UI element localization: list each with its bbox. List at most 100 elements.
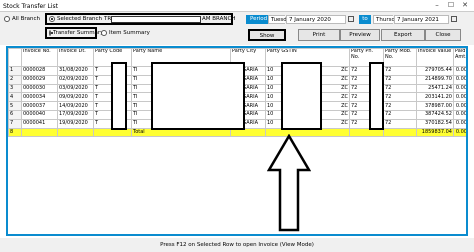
cell-rownum[interactable]: 5 — [8, 101, 22, 111]
from-day[interactable]: Tuesday — [268, 15, 293, 24]
cell-invoice-value[interactable]: 378987.00 — [416, 101, 454, 111]
cell-party-mob[interactable]: 72 — [383, 109, 417, 120]
export-button[interactable]: Export — [381, 29, 425, 41]
cell-paid-amt[interactable]: 0.00 — [453, 74, 466, 85]
empty-cell — [230, 206, 266, 217]
col-header-invoice-no[interactable]: Invoice No. — [21, 48, 58, 67]
cell-invoice-no[interactable]: 0000029 — [21, 74, 58, 85]
cell-invoice-dt[interactable]: 14/09/2020 — [57, 101, 94, 111]
cell-rownum[interactable]: 1 — [8, 66, 22, 76]
cell-invoice-no[interactable]: 0000030 — [21, 83, 58, 94]
transfer-summary-option[interactable]: Transfer Summary — [45, 27, 103, 39]
cell-paid-amt[interactable]: 0.00 — [453, 66, 466, 76]
cell-paid-amt[interactable]: 0.00 — [453, 109, 466, 120]
empty-cell — [57, 197, 94, 208]
cell-invoice-value[interactable]: 279705.44 — [416, 66, 454, 76]
empty-cell — [383, 224, 417, 234]
close-button[interactable]: Close — [425, 29, 461, 41]
cell-invoice-value[interactable]: 370182.54 — [416, 118, 454, 129]
cell-invoice-dt[interactable]: 31/08/2020 — [57, 66, 94, 76]
cell-invoice-no[interactable]: 0000028 — [21, 66, 58, 76]
empty-cell — [230, 180, 266, 191]
calendar-icon[interactable] — [451, 16, 457, 22]
transfer-grid[interactable]: Invoice No. Invoice Dt. Party Code Party… — [6, 46, 468, 236]
empty-cell — [57, 224, 94, 234]
gstin-start: 10 — [267, 111, 274, 118]
all-branch-option[interactable]: All Branch — [4, 16, 40, 22]
empty-cell — [383, 162, 417, 173]
cell-invoice-value[interactable]: 203141.20 — [416, 92, 454, 103]
from-date-field[interactable]: 7 January 2020 — [286, 15, 346, 24]
cell-party-mob[interactable]: 72 — [383, 101, 417, 111]
col-header-paid-amt[interactable]: Paid Amt. — [453, 48, 466, 67]
gstin-end: ZC — [341, 93, 348, 100]
cell-paid-amt[interactable]: 0.00 — [453, 101, 466, 111]
empty-cell — [349, 180, 384, 191]
empty-cell — [131, 180, 231, 191]
empty-cell — [383, 171, 417, 182]
cell-party-mob[interactable]: 72 — [383, 92, 417, 103]
branch-input-redacted[interactable] — [111, 16, 201, 23]
selected-branch-radio[interactable] — [49, 16, 55, 22]
empty-cell — [93, 153, 132, 164]
cell-party-mob[interactable]: 72 — [383, 66, 417, 76]
item-summary-option[interactable]: Item Summary — [101, 30, 150, 36]
preview-button[interactable]: Preview — [340, 29, 380, 41]
cell-paid-amt[interactable]: 0.00 — [453, 83, 466, 94]
empty-row — [8, 215, 466, 226]
cell-party-mob[interactable]: 72 — [383, 74, 417, 85]
to-day[interactable]: Thursday — [373, 15, 402, 24]
col-header-party-mob[interactable]: Party Mob. No. — [383, 48, 417, 67]
cell-invoice-no[interactable]: 0000041 — [21, 118, 58, 129]
empty-cell — [93, 215, 132, 226]
empty-cell — [57, 233, 94, 234]
to-label: to — [359, 15, 371, 24]
close-window-button[interactable]: ✕ — [460, 1, 470, 10]
empty-cell — [453, 153, 466, 164]
print-button[interactable]: Print — [298, 29, 340, 41]
empty-cell — [416, 206, 454, 217]
empty-cell — [8, 136, 22, 147]
cell-rownum[interactable]: 4 — [8, 92, 22, 103]
transfer-summary-radio[interactable] — [49, 30, 53, 36]
col-header-invoice-value[interactable]: Invoice Value — [416, 48, 454, 67]
empty-cell — [131, 145, 231, 155]
cell-paid-amt[interactable]: 0.00 — [453, 118, 466, 129]
empty-row — [8, 145, 466, 155]
empty-cell — [21, 171, 58, 182]
cell-invoice-dt[interactable]: 09/09/2020 — [57, 92, 94, 103]
cell-paid-amt[interactable]: 0.00 — [453, 92, 466, 103]
empty-cell — [230, 197, 266, 208]
all-branch-radio[interactable] — [4, 16, 10, 22]
col-header-invoice-dt[interactable]: Invoice Dt. — [57, 48, 94, 67]
minimize-button[interactable]: – — [432, 1, 442, 10]
item-summary-radio[interactable] — [101, 30, 107, 36]
cell-invoice-dt[interactable]: 03/09/2020 — [57, 83, 94, 94]
cell-invoice-dt[interactable]: 19/09/2020 — [57, 118, 94, 129]
empty-cell — [416, 162, 454, 173]
calendar-icon[interactable] — [348, 16, 354, 22]
cell-invoice-value[interactable]: 25471.24 — [416, 83, 454, 94]
empty-cell — [453, 180, 466, 191]
cell-invoice-no[interactable]: 0000037 — [21, 101, 58, 111]
to-date-field[interactable]: 7 January 2021 — [394, 15, 449, 24]
cell-invoice-no[interactable]: 0000040 — [21, 109, 58, 120]
cell-invoice-no[interactable]: 0000034 — [21, 92, 58, 103]
cell-rownum[interactable]: 7 — [8, 118, 22, 129]
show-button[interactable]: Show — [248, 29, 286, 41]
empty-cell — [21, 136, 58, 147]
maximize-button[interactable]: ☐ — [446, 1, 456, 10]
cell-rownum[interactable]: 6 — [8, 109, 22, 120]
empty-cell — [21, 197, 58, 208]
cell-invoice-value[interactable]: 214899.70 — [416, 74, 454, 85]
cell-invoice-dt[interactable]: 02/09/2020 — [57, 74, 94, 85]
cell-party-mob[interactable]: 72 — [383, 83, 417, 94]
empty-cell — [383, 145, 417, 155]
cell-invoice-value[interactable]: 387424.52 — [416, 109, 454, 120]
gstin-end: ZC — [341, 84, 348, 91]
party-name-start: TI — [133, 76, 138, 83]
cell-invoice-dt[interactable]: 17/09/2020 — [57, 109, 94, 120]
cell-rownum[interactable]: 3 — [8, 83, 22, 94]
cell-rownum[interactable]: 2 — [8, 74, 22, 85]
cell-party-mob[interactable]: 72 — [383, 118, 417, 129]
